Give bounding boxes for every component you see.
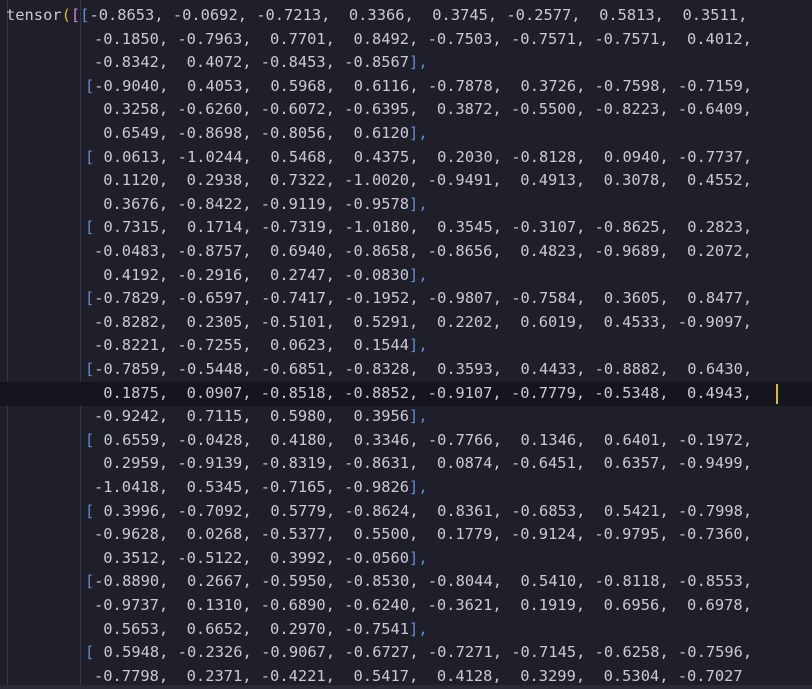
tensor-values: 0.6549, -0.8698, -0.8056, 0.6120 [94, 124, 410, 142]
open-bracket-row: [ [85, 430, 95, 449]
code-line[interactable]: 0.4192, -0.2916, 0.2747, -0.0830], [94, 263, 428, 287]
tensor-values: 0.3512, -0.5122, 0.3992, -0.0560 [94, 548, 410, 567]
code-line[interactable]: [-0.9040, 0.4053, 0.5968, 0.6116, -0.787… [85, 74, 752, 98]
tensor-values: -0.9040, 0.4053, 0.5968, 0.6116, -0.7878… [94, 76, 753, 95]
text-cursor [776, 384, 778, 404]
code-line[interactable]: 0.3258, -0.6260, -0.6072, -0.6395, 0.387… [94, 97, 752, 121]
code-line[interactable]: 0.1120, 0.2938, 0.7322, -1.0020, -0.9491… [94, 168, 752, 192]
code-line[interactable]: [-0.7859, -0.5448, -0.6851, -0.8328, 0.3… [85, 357, 752, 381]
code-line[interactable]: [ 0.6559, -0.0428, 0.4180, 0.3346, -0.77… [85, 428, 752, 452]
open-bracket-row: [ [85, 360, 95, 378]
tensor-keyword: tensor [6, 6, 62, 24]
close-bracket-row: ], [409, 124, 428, 142]
tensor-values: -0.7798, 0.2371, -0.4221, 0.5417, 0.4128… [94, 666, 743, 685]
open-bracket-row: [ [85, 643, 95, 662]
code-line[interactable]: 0.3512, -0.5122, 0.3992, -0.0560], [94, 546, 428, 570]
open-bracket-row: [ [85, 147, 95, 166]
horizontal-scrollbar[interactable] [0, 685, 812, 689]
code-line[interactable]: 0.3676, -0.8422, -0.9119, -0.9578], [94, 192, 428, 216]
tensor-values: 0.3676, -0.8422, -0.9119, -0.9578 [94, 194, 410, 213]
close-bracket-row: ], [409, 548, 428, 567]
close-bracket-row: ], [409, 619, 428, 638]
open-bracket-outer: [ [70, 6, 81, 24]
tensor-values: 0.1875, 0.0907, -0.8518, -0.8852, -0.910… [94, 383, 752, 402]
tensor-values: -0.0483, -0.8757, 0.6940, -0.8658, -0.86… [94, 242, 752, 260]
close-bracket-row: ], [409, 478, 428, 496]
tensor-values: -0.8221, -0.7255, 0.0623, 0.1544 [94, 336, 410, 355]
code-line[interactable]: -0.9242, 0.7115, 0.5980, 0.3956], [94, 404, 428, 428]
code-line[interactable]: 0.2959, -0.9139, -0.8319, -0.8631, 0.087… [94, 451, 752, 475]
tensor-values: 0.1120, 0.2938, 0.7322, -1.0020, -0.9491… [94, 171, 752, 190]
code-line[interactable]: -0.8282, 0.2305, -0.5101, 0.5291, 0.2202… [94, 310, 752, 334]
code-line[interactable]: 0.6549, -0.8698, -0.8056, 0.6120], [94, 121, 428, 145]
tensor-values: -0.8653, -0.0692, -0.7213, 0.3366, 0.374… [89, 6, 748, 24]
open-paren: ( [61, 6, 71, 24]
code-line[interactable]: [ 0.0613, -1.0244, 0.5468, 0.4375, 0.203… [85, 145, 752, 169]
indent-guide [7, 0, 8, 689]
tensor-values: -0.8342, 0.4072, -0.8453, -0.8567 [94, 53, 410, 72]
code-line[interactable]: -0.8221, -0.7255, 0.0623, 0.1544], [94, 333, 428, 357]
tensor-values: -0.8890, 0.2667, -0.5950, -0.8530, -0.80… [94, 572, 753, 591]
code-line[interactable]: [ 0.5948, -0.2326, -0.9067, -0.6727, -0.… [85, 640, 752, 664]
code-line[interactable]: 0.5653, 0.6652, 0.2970, -0.7541], [94, 617, 428, 641]
code-editor[interactable]: tensor([[-0.8653, -0.0692, -0.7213, 0.33… [0, 0, 812, 689]
open-bracket-row: [ [85, 76, 95, 95]
tensor-values: 0.6559, -0.0428, 0.4180, 0.3346, -0.7766… [94, 430, 753, 449]
tensor-values: 0.3258, -0.6260, -0.6072, -0.6395, 0.387… [94, 100, 752, 119]
tensor-values: -0.7859, -0.5448, -0.6851, -0.8328, 0.35… [94, 360, 753, 378]
code-line[interactable]: -0.9628, 0.0268, -0.5377, 0.5500, 0.1779… [94, 522, 752, 546]
tensor-values: 0.5653, 0.6652, 0.2970, -0.7541 [94, 619, 410, 638]
tensor-values: 0.4192, -0.2916, 0.2747, -0.0830 [94, 265, 410, 284]
open-bracket-row: [ [85, 289, 95, 308]
tensor-values: 0.7315, 0.1714, -0.7319, -1.0180, 0.3545… [94, 218, 753, 237]
tensor-values: 0.3996, -0.7092, 0.5779, -0.8624, 0.8361… [94, 501, 753, 520]
code-line[interactable]: -1.0418, 0.5345, -0.7165, -0.9826], [94, 475, 428, 499]
code-line[interactable]: 0.1875, 0.0907, -0.8518, -0.8852, -0.910… [94, 381, 752, 405]
code-line[interactable]: [ 0.7315, 0.1714, -0.7319, -1.0180, 0.35… [85, 215, 752, 239]
tensor-values: -0.8282, 0.2305, -0.5101, 0.5291, 0.2202… [94, 312, 752, 331]
close-bracket-row: ], [409, 194, 428, 213]
tensor-values: 0.2959, -0.9139, -0.8319, -0.8631, 0.087… [94, 454, 752, 473]
code-line[interactable]: [ 0.3996, -0.7092, 0.5779, -0.8624, 0.83… [85, 499, 752, 523]
tensor-values: 0.0613, -1.0244, 0.5468, 0.4375, 0.2030,… [94, 147, 753, 166]
indent-guide [80, 0, 81, 689]
code-line[interactable]: [-0.8890, 0.2667, -0.5950, -0.8530, -0.8… [85, 569, 752, 593]
code-line[interactable]: tensor([[-0.8653, -0.0692, -0.7213, 0.33… [6, 3, 747, 27]
close-bracket-row: ], [409, 407, 428, 426]
code-line[interactable]: -0.8342, 0.4072, -0.8453, -0.8567], [94, 50, 428, 74]
tensor-values: 0.5948, -0.2326, -0.9067, -0.6727, -0.72… [94, 643, 753, 662]
close-bracket-row: ], [409, 265, 428, 284]
tensor-values: -1.0418, 0.5345, -0.7165, -0.9826 [94, 478, 410, 496]
open-bracket-row: [ [85, 218, 95, 237]
tensor-values: -0.9242, 0.7115, 0.5980, 0.3956 [94, 407, 410, 426]
close-bracket-row: ], [409, 53, 428, 72]
code-line[interactable]: [-0.7829, -0.6597, -0.7417, -0.1952, -0.… [85, 286, 752, 310]
open-bracket-row: [ [85, 501, 95, 520]
open-bracket-row: [ [85, 572, 95, 591]
code-line[interactable]: -0.0483, -0.8757, 0.6940, -0.8658, -0.86… [94, 239, 752, 263]
code-line[interactable]: -0.1850, -0.7963, 0.7701, 0.8492, -0.750… [94, 27, 752, 51]
tensor-values: -0.9737, 0.1310, -0.6890, -0.6240, -0.36… [94, 596, 752, 614]
tensor-values: -0.9628, 0.0268, -0.5377, 0.5500, 0.1779… [94, 525, 752, 544]
tensor-values: -0.7829, -0.6597, -0.7417, -0.1952, -0.9… [94, 289, 753, 308]
tensor-values: -0.1850, -0.7963, 0.7701, 0.8492, -0.750… [94, 29, 752, 48]
code-line[interactable]: -0.9737, 0.1310, -0.6890, -0.6240, -0.36… [94, 593, 752, 617]
close-bracket-row: ], [409, 336, 428, 355]
